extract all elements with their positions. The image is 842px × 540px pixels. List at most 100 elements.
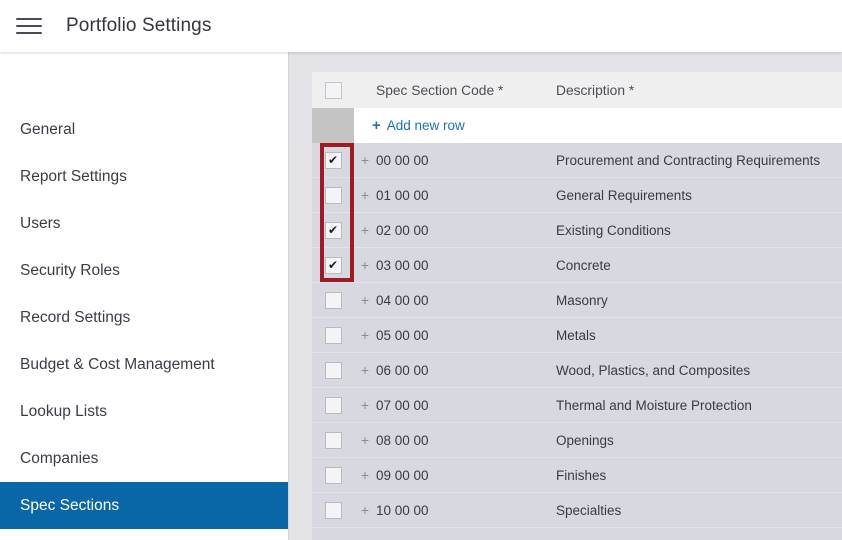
cell-description: Openings <box>556 432 614 448</box>
cell-spec-section-code: 03 00 00 <box>376 257 429 273</box>
cell-spec-section-code: 07 00 00 <box>376 397 429 413</box>
add-new-row-label: Add new row <box>386 118 465 133</box>
row-expand-icon[interactable]: + <box>354 187 376 203</box>
table-row[interactable]: + 04 00 00 Masonry <box>312 283 842 318</box>
select-all-checkbox[interactable] <box>324 81 342 99</box>
add-new-row-button[interactable]: + Add new row <box>372 118 465 133</box>
row-expand-icon[interactable]: + <box>354 222 376 238</box>
cell-spec-section-code: 02 00 00 <box>376 222 429 238</box>
cell-description: Thermal and Moisture Protection <box>556 397 752 413</box>
row-checkbox[interactable] <box>324 291 342 309</box>
hamburger-bar <box>16 25 42 27</box>
row-select-cell <box>312 396 354 414</box>
app-header: Portfolio Settings <box>0 0 842 52</box>
row-checkbox[interactable] <box>324 396 342 414</box>
row-expand-icon[interactable]: + <box>354 397 376 413</box>
row-checkbox[interactable] <box>324 466 342 484</box>
cell-spec-section-code: 05 00 00 <box>376 327 429 343</box>
hamburger-bar <box>16 18 42 20</box>
cell-description: Specialties <box>556 502 622 518</box>
cell-description: Masonry <box>556 292 608 308</box>
sidebar-item-security-roles[interactable]: Security Roles <box>0 247 288 294</box>
sidebar-item-label: Record Settings <box>20 308 131 326</box>
cell-description: Finishes <box>556 467 607 483</box>
row-expand-icon[interactable]: + <box>354 257 376 273</box>
spec-sections-grid: Spec Section Code * Description * + Add … <box>312 72 842 540</box>
add-row-gutter <box>312 108 354 143</box>
cell-spec-section-code: 06 00 00 <box>376 362 429 378</box>
row-checkbox[interactable] <box>324 256 342 274</box>
cell-description: Concrete <box>556 257 611 273</box>
row-select-cell <box>312 361 354 379</box>
main-content: Spec Section Code * Description * + Add … <box>290 52 842 540</box>
row-select-cell <box>312 326 354 344</box>
sidebar-item-companies[interactable]: Companies <box>0 435 288 482</box>
sidebar-item-users[interactable]: Users <box>0 200 288 247</box>
row-expand-icon[interactable]: + <box>354 362 376 378</box>
column-header-spec-section-code[interactable]: Spec Section Code * <box>376 83 556 98</box>
sidebar-item-report-settings[interactable]: Report Settings <box>0 153 288 200</box>
cell-spec-section-code: 00 00 00 <box>376 152 429 168</box>
cell-spec-section-code: 08 00 00 <box>376 432 429 448</box>
row-select-cell <box>312 186 354 204</box>
row-expand-icon[interactable]: + <box>354 327 376 343</box>
row-expand-icon[interactable]: + <box>354 152 376 168</box>
sidebar-item-label: Security Roles <box>20 261 120 279</box>
sidebar-item-label: Spec Sections <box>20 496 120 514</box>
column-header-description[interactable]: Description * <box>556 83 842 98</box>
table-row[interactable]: + 07 00 00 Thermal and Moisture Protecti… <box>312 388 842 423</box>
app-window: Portfolio Settings General Report Settin… <box>0 0 842 540</box>
sidebar-item-label: Lookup Lists <box>20 402 108 420</box>
hamburger-icon[interactable] <box>16 16 42 36</box>
sidebar-item-budget-cost-management[interactable]: Budget & Cost Management <box>0 341 288 388</box>
table-row[interactable]: + 02 00 00 Existing Conditions <box>312 213 842 248</box>
add-new-row[interactable]: + Add new row <box>312 108 842 143</box>
table-row[interactable]: + 03 00 00 Concrete <box>312 248 842 283</box>
table-row[interactable]: + 08 00 00 Openings <box>312 423 842 458</box>
cell-description: Procurement and Contracting Requirements <box>556 152 821 168</box>
cell-spec-section-code: 10 00 00 <box>376 502 429 518</box>
hamburger-bar <box>16 32 42 34</box>
row-checkbox[interactable] <box>324 361 342 379</box>
table-row[interactable]: + 00 00 00 Procurement and Contracting R… <box>312 143 842 178</box>
row-select-cell <box>312 221 354 239</box>
sidebar-item-label: Companies <box>20 449 99 467</box>
row-expand-icon[interactable]: + <box>354 502 376 518</box>
cell-spec-section-code: 09 00 00 <box>376 467 429 483</box>
sidebar-item-general[interactable]: General <box>0 106 288 153</box>
row-select-cell <box>312 466 354 484</box>
table-row[interactable]: + 06 00 00 Wood, Plastics, and Composite… <box>312 353 842 388</box>
row-expand-icon[interactable]: + <box>354 432 376 448</box>
sidebar-item-label: Report Settings <box>20 167 127 185</box>
row-select-cell <box>312 151 354 169</box>
sidebar-item-record-settings[interactable]: Record Settings <box>0 294 288 341</box>
row-select-cell <box>312 256 354 274</box>
sidebar-item-label: General <box>20 120 76 138</box>
page-title: Portfolio Settings <box>66 15 212 36</box>
sidebar-item-lookup-lists[interactable]: Lookup Lists <box>0 388 288 435</box>
sidebar-item-label: Users <box>20 214 61 232</box>
row-checkbox[interactable] <box>324 501 342 519</box>
sidebar-nav: General Report Settings Users Security R… <box>0 52 288 529</box>
row-select-cell <box>312 291 354 309</box>
grid-header-row: Spec Section Code * Description * <box>312 72 842 108</box>
table-row[interactable]: + 10 00 00 Specialties <box>312 493 842 528</box>
table-row[interactable]: + 01 00 00 General Requirements <box>312 178 842 213</box>
row-expand-icon[interactable]: + <box>354 467 376 483</box>
select-all-cell <box>312 81 354 99</box>
row-checkbox[interactable] <box>324 326 342 344</box>
cell-description: Wood, Plastics, and Composites <box>556 362 751 378</box>
table-row[interactable]: + 09 00 00 Finishes <box>312 458 842 493</box>
cell-description: Existing Conditions <box>556 222 671 238</box>
table-row[interactable]: + 05 00 00 Metals <box>312 318 842 353</box>
row-expand-icon[interactable]: + <box>354 292 376 308</box>
row-select-cell <box>312 431 354 449</box>
cell-spec-section-code: 04 00 00 <box>376 292 429 308</box>
row-checkbox[interactable] <box>324 186 342 204</box>
cell-description: General Requirements <box>556 187 692 203</box>
row-checkbox[interactable] <box>324 431 342 449</box>
cell-description: Metals <box>556 327 596 343</box>
row-checkbox[interactable] <box>324 221 342 239</box>
row-checkbox[interactable] <box>324 151 342 169</box>
sidebar-item-spec-sections[interactable]: Spec Sections <box>0 482 288 529</box>
